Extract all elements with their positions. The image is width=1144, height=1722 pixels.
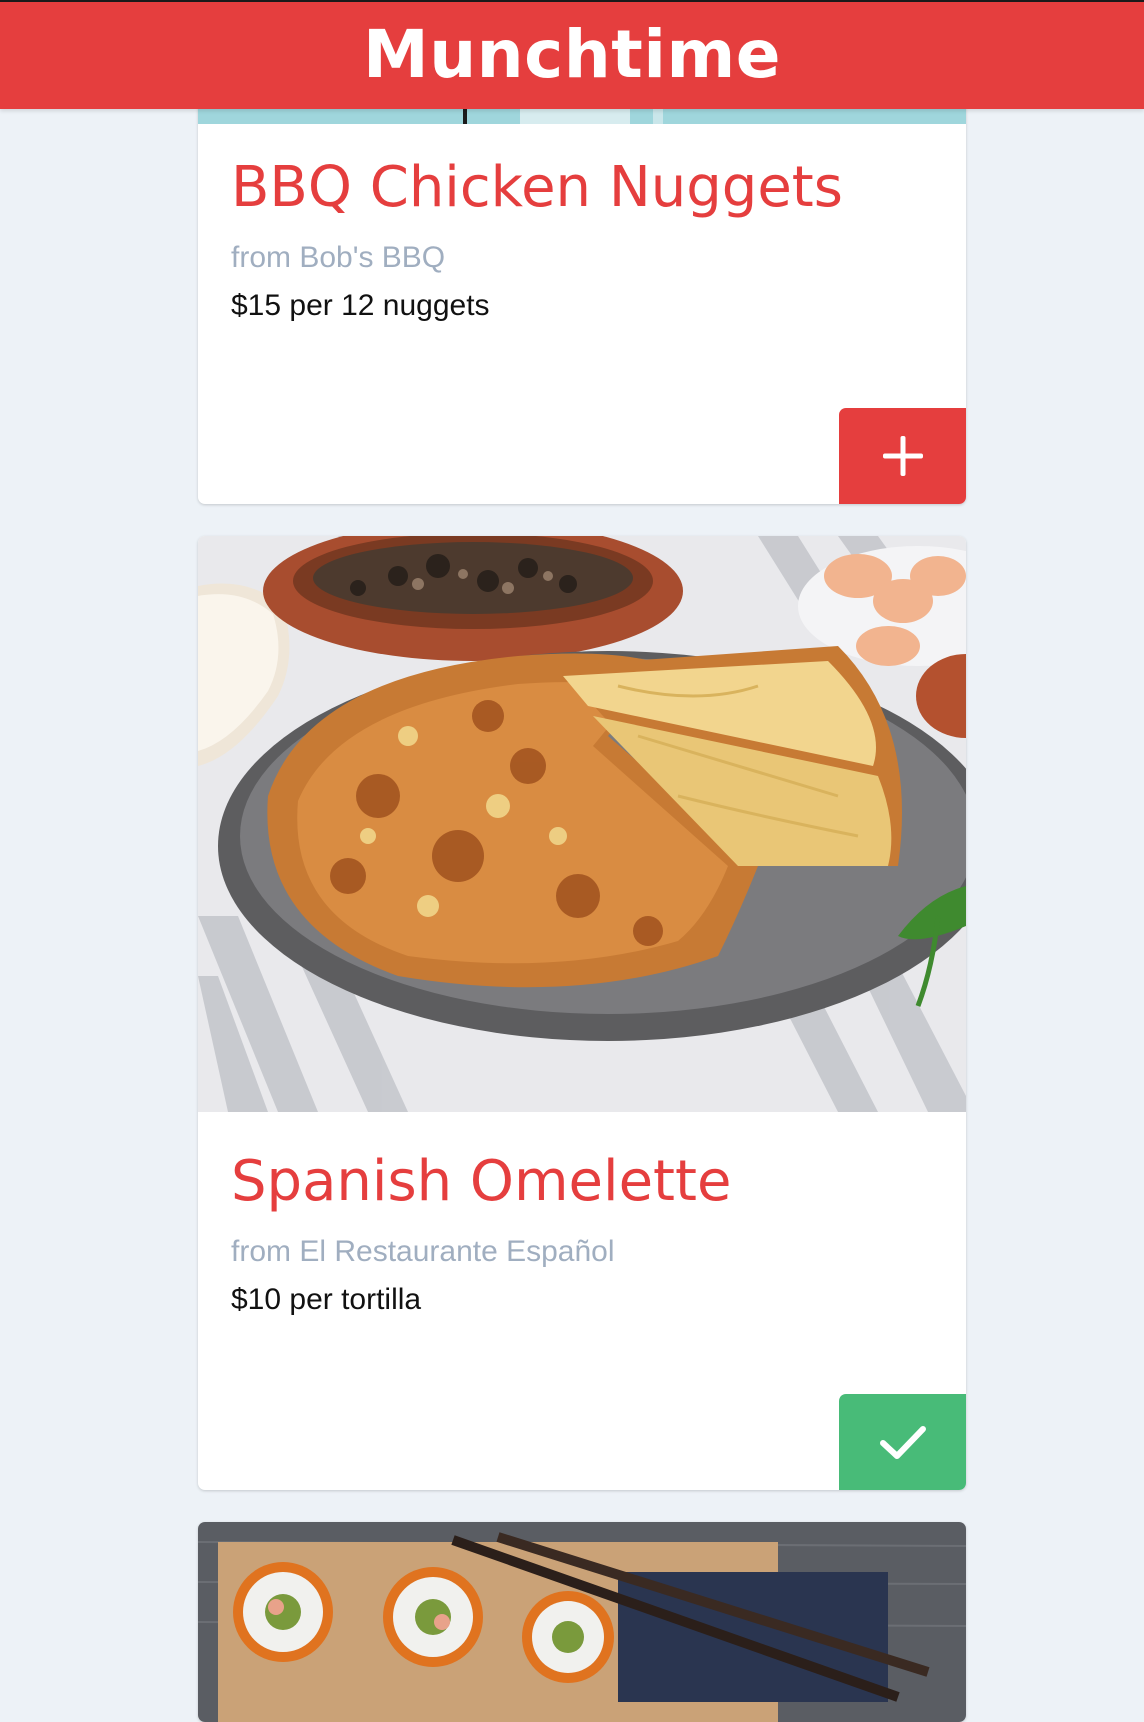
food-card: Spanish Omelette from El Restaurante Esp… — [198, 536, 966, 1490]
food-card — [198, 1522, 966, 1722]
added-to-order-button[interactable] — [839, 1394, 966, 1490]
food-name: BBQ Chicken Nuggets — [231, 155, 843, 220]
restaurant-name: from Bob's BBQ — [231, 241, 446, 274]
food-price: $15 per 12 nuggets — [231, 289, 490, 322]
food-photo — [198, 1522, 966, 1722]
app-header: Munchtime — [0, 0, 1144, 109]
food-photo — [198, 536, 966, 1112]
food-price: $10 per tortilla — [231, 1283, 422, 1316]
plus-icon — [882, 436, 923, 476]
add-to-order-button[interactable] — [839, 408, 966, 504]
food-card: BBQ Chicken Nuggets from Bob's BBQ $15 p… — [198, 40, 966, 504]
food-name: Spanish Omelette — [231, 1149, 732, 1214]
restaurant-name: from El Restaurante Español — [231, 1235, 615, 1268]
food-image — [198, 536, 966, 1112]
check-icon — [879, 1426, 926, 1459]
food-image — [198, 1522, 966, 1722]
app-title: Munchtime — [363, 16, 781, 93]
